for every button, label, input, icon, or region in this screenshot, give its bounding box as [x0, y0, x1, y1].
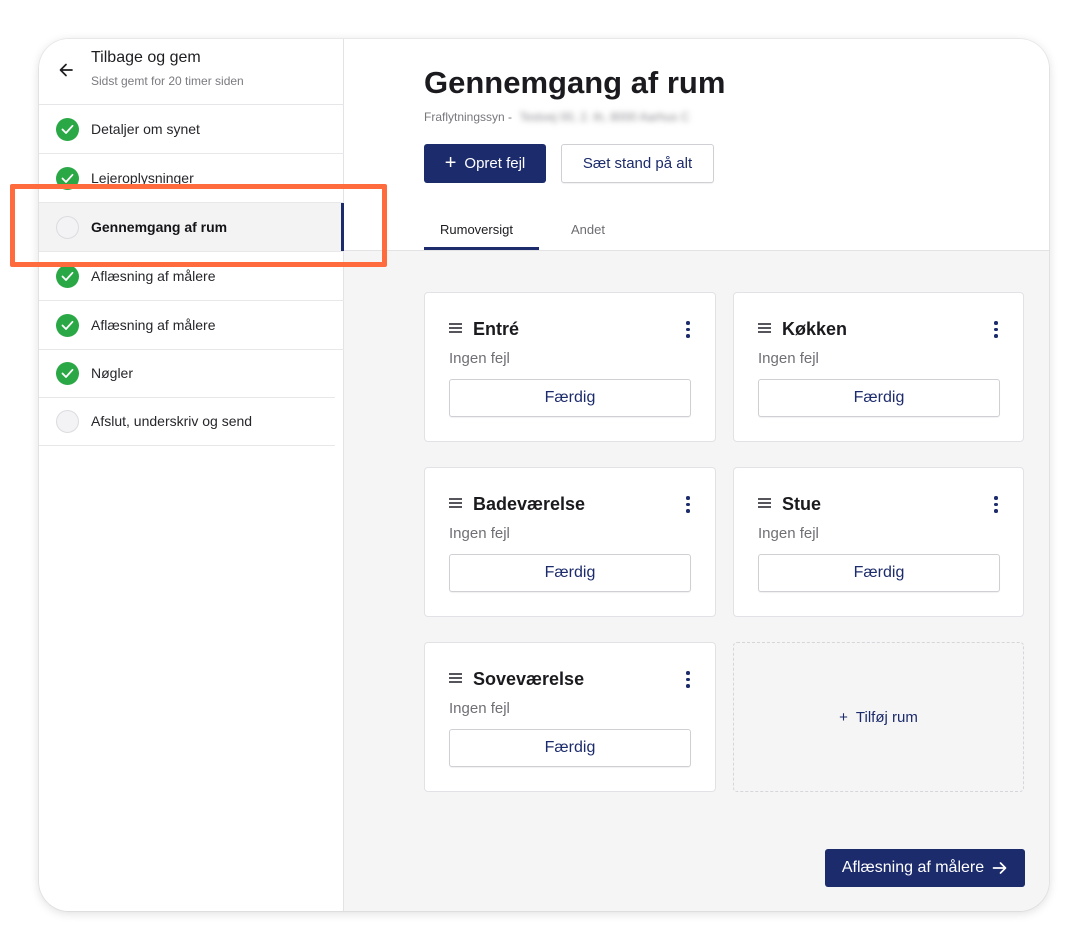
plus-icon: +	[839, 708, 848, 726]
inspection-type: Fraflytningssyn -	[424, 110, 513, 124]
sidebar-item-tenants[interactable]: Lejeroplysninger	[39, 154, 344, 203]
room-name: Stue	[782, 494, 822, 514]
empty-circle-icon	[56, 216, 79, 239]
tab-other[interactable]: Andet	[571, 222, 605, 237]
page-header: Gennemgang af rum Fraflytningssyn - Test…	[344, 39, 1049, 251]
sidebar-item-meter-reading-2[interactable]: Aflæsning af målere	[39, 301, 344, 350]
room-status: Ingen fejl	[758, 525, 819, 542]
tab-room-overview[interactable]: Rumoversigt	[440, 222, 513, 237]
check-circle-icon	[56, 362, 79, 385]
room-name: Soveværelse	[473, 669, 585, 689]
main-content: Gennemgang af rum Fraflytningssyn - Test…	[344, 39, 1049, 911]
sidebar-item-label: Detaljer om synet	[91, 121, 200, 137]
add-room-label: Tilføj rum	[855, 708, 918, 726]
empty-circle-icon	[56, 410, 79, 433]
room-card: Soveværelse Ingen fejl Færdig	[424, 642, 716, 792]
room-card: Badeværelse Ingen fejl Færdig	[424, 467, 716, 617]
room-done-button[interactable]: Færdig	[758, 379, 1000, 417]
more-vertical-icon[interactable]	[994, 496, 998, 514]
sidebar-item-meter-reading[interactable]: Aflæsning af målere	[39, 252, 344, 301]
page-title: Gennemgang af rum	[424, 65, 726, 100]
drag-handle-icon[interactable]	[449, 673, 463, 683]
room-status: Ingen fejl	[758, 350, 819, 367]
room-name: Køkken	[782, 319, 848, 339]
page-subtitle: Fraflytningssyn - Testvej 00, 2. th, 800…	[424, 110, 689, 124]
app-window: Tilbage og gem Sidst gemt for 20 timer s…	[39, 39, 1049, 911]
drag-handle-icon[interactable]	[449, 498, 463, 508]
next-step-button[interactable]: Aflæsning af målere	[825, 849, 1025, 887]
room-status: Ingen fejl	[449, 350, 510, 367]
back-and-save-button[interactable]: Tilbage og gem Sidst gemt for 20 timer s…	[39, 39, 344, 105]
room-name: Badeværelse	[473, 494, 586, 514]
add-room-button[interactable]: + Tilføj rum	[733, 642, 1024, 792]
room-done-button[interactable]: Færdig	[449, 729, 691, 767]
sidebar-item-label: Nøgler	[91, 365, 134, 381]
room-done-button[interactable]: Færdig	[449, 554, 691, 592]
active-tab-indicator	[424, 247, 539, 250]
more-vertical-icon[interactable]	[686, 321, 690, 339]
set-condition-all-button[interactable]: Sæt stand på alt	[561, 144, 714, 183]
sidebar-item-label: Afslut, underskriv og send	[91, 413, 253, 429]
room-card: Køkken Ingen fejl Færdig	[733, 292, 1024, 442]
room-status: Ingen fejl	[449, 700, 510, 717]
arrow-left-icon[interactable]	[56, 60, 76, 80]
next-step-label: Aflæsning af målere	[841, 859, 985, 876]
more-vertical-icon[interactable]	[686, 496, 690, 514]
arrow-right-icon	[992, 862, 1007, 874]
room-name: Entré	[473, 319, 520, 339]
sidebar-item-label: Lejeroplysninger	[91, 170, 194, 186]
sidebar-item-label: Gennemgang af rum	[91, 219, 228, 235]
create-defect-button[interactable]: + Opret fejl	[424, 144, 546, 183]
create-defect-label: Opret fejl	[464, 155, 526, 172]
sidebar: Tilbage og gem Sidst gemt for 20 timer s…	[39, 39, 344, 911]
sidebar-item-room-review[interactable]: Gennemgang af rum	[39, 203, 344, 252]
room-status: Ingen fejl	[449, 525, 510, 542]
sidebar-item-details[interactable]: Detaljer om synet	[39, 105, 344, 154]
more-vertical-icon[interactable]	[994, 321, 998, 339]
check-circle-icon	[56, 118, 79, 141]
sidebar-item-label: Aflæsning af målere	[91, 317, 216, 333]
sidebar-item-keys[interactable]: Nøgler	[39, 349, 335, 398]
room-card: Stue Ingen fejl Færdig	[733, 467, 1024, 617]
check-circle-icon	[56, 314, 79, 337]
more-vertical-icon[interactable]	[686, 671, 690, 689]
drag-handle-icon[interactable]	[449, 323, 463, 333]
check-circle-icon	[56, 167, 79, 190]
last-saved-text: Sidst gemt for 20 timer siden	[91, 74, 244, 88]
check-circle-icon	[56, 265, 79, 288]
sidebar-item-label: Aflæsning af målere	[91, 268, 216, 284]
back-title: Tilbage og gem	[91, 49, 201, 66]
sidebar-item-finish[interactable]: Afslut, underskriv og send	[39, 397, 335, 446]
drag-handle-icon[interactable]	[758, 498, 772, 508]
room-done-button[interactable]: Færdig	[449, 379, 691, 417]
room-card: Entré Ingen fejl Færdig	[424, 292, 716, 442]
room-done-button[interactable]: Færdig	[758, 554, 1000, 592]
property-address: Testvej 00, 2. th, 8000 Aarhus C	[519, 110, 690, 124]
plus-icon: +	[444, 151, 457, 174]
drag-handle-icon[interactable]	[758, 323, 772, 333]
